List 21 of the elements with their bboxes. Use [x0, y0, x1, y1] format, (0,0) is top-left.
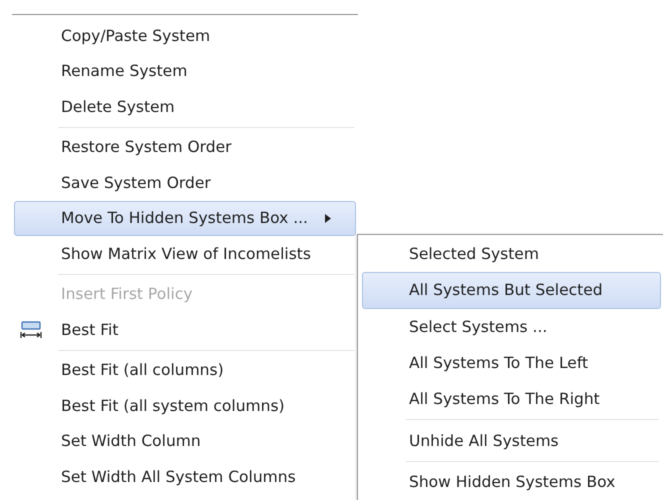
menu-item[interactable]: All Systems To The Right: [362, 381, 661, 418]
menu-item[interactable]: Rename System: [14, 54, 356, 89]
menu-item[interactable]: Best Fit: [14, 312, 356, 348]
menu-item[interactable]: Set Width All System Columns: [14, 459, 356, 494]
best-fit-icon: [20, 320, 42, 340]
menu-item[interactable]: Delete System: [14, 89, 356, 124]
submenu-arrow-icon: [325, 214, 331, 223]
menu-item[interactable]: Copy/Paste System: [14, 18, 356, 54]
menu-item[interactable]: Show Hidden Systems Box: [362, 464, 661, 500]
menu-item[interactable]: Move To Hidden Systems Box ...: [14, 200, 356, 236]
menu-item[interactable]: All Systems To The Left: [362, 344, 661, 382]
menu-item[interactable]: Set Width Column: [14, 424, 356, 459]
menu-item[interactable]: Save System Order: [14, 165, 356, 200]
menu-item[interactable]: Show Matrix View of Incomelists: [14, 236, 356, 272]
menu-item[interactable]: Restore System Order: [14, 130, 356, 165]
menu-item[interactable]: All Systems But Selected: [362, 272, 661, 309]
menu-item[interactable]: Best Fit (all columns): [14, 352, 356, 388]
menu-item[interactable]: Best Fit (all system columns): [14, 388, 356, 424]
menu-item[interactable]: Select Systems ...: [362, 308, 661, 345]
menu-item[interactable]: Unhide All Systems: [362, 422, 661, 459]
menu-item[interactable]: Selected System: [362, 236, 661, 272]
